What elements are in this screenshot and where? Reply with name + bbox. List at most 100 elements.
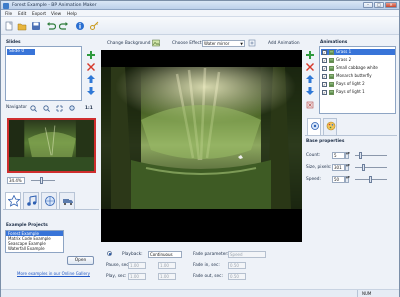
play-label: Play, sec: xyxy=(106,274,127,279)
change-background-label[interactable]: Change Background xyxy=(107,41,150,46)
animation-item-label: Grass 2 xyxy=(336,57,352,62)
tab-effects[interactable] xyxy=(41,192,57,209)
zoom-slider[interactable] xyxy=(31,180,55,181)
count-field[interactable]: 5 xyxy=(332,152,345,159)
tab-export[interactable] xyxy=(59,192,75,209)
animations-list[interactable]: ✓ Grass 1 ✓ Grass 2 ✓ Small cabbage whit… xyxy=(319,46,396,114)
image-icon[interactable] xyxy=(152,39,160,47)
delete-animation-icon[interactable] xyxy=(306,63,314,71)
tab-base-properties[interactable] xyxy=(307,118,321,135)
move-up-icon[interactable] xyxy=(87,75,95,83)
animation-item[interactable]: ✓ Small cabbage white xyxy=(321,65,395,71)
zoom-value-field[interactable]: 34.4% xyxy=(7,177,25,184)
open-folder-icon[interactable] xyxy=(17,21,27,31)
zoom-slide-icon[interactable] xyxy=(69,105,76,112)
add-animation-button[interactable]: Add Animation xyxy=(268,41,300,46)
animation-down-icon[interactable] xyxy=(306,87,314,95)
animation-item-label: Rays of light 2 xyxy=(336,81,365,86)
navigator-preview[interactable] xyxy=(7,118,96,173)
truck-icon xyxy=(63,199,73,205)
online-gallery-link[interactable]: More examples in our Online Gallery xyxy=(17,271,90,276)
actual-size-button[interactable]: 1:1 xyxy=(85,106,93,111)
new-project-icon[interactable] xyxy=(4,21,14,31)
checkbox-icon[interactable]: ✓ xyxy=(322,73,327,79)
music-note-icon xyxy=(27,195,37,206)
effect-dropdown-value: Water mirror xyxy=(204,41,230,46)
info-icon[interactable] xyxy=(75,21,85,31)
fade-in-field[interactable]: 0.50 xyxy=(228,262,246,269)
zoom-out-icon[interactable] xyxy=(43,105,50,112)
size-slider[interactable] xyxy=(355,167,387,168)
animations-label: Animations xyxy=(320,40,348,45)
key-icon[interactable] xyxy=(89,21,99,31)
playback-radio[interactable] xyxy=(107,251,112,256)
playback-mode-dropdown[interactable]: Continuous xyxy=(148,251,182,258)
menu-edit[interactable]: Edit xyxy=(18,12,26,17)
speed-slider-thumb[interactable] xyxy=(369,176,372,183)
delete-slide-icon[interactable] xyxy=(87,63,95,71)
menu-export[interactable]: Export xyxy=(32,12,46,17)
slide-canvas[interactable] xyxy=(101,50,302,242)
app-window: Forest Example - BP Animation Maker – □ … xyxy=(0,0,400,297)
save-icon[interactable] xyxy=(31,21,41,31)
animation-item[interactable]: ✓ Grass 2 xyxy=(321,57,395,63)
tab-appearance[interactable] xyxy=(323,118,337,135)
zoom-in-icon[interactable] xyxy=(30,105,37,112)
effect-dropdown[interactable]: Water mirror ▼ xyxy=(202,40,245,47)
animation-thumbnail xyxy=(329,49,334,55)
slides-list[interactable]: Slide 0 xyxy=(5,46,82,101)
tab-projects[interactable] xyxy=(5,192,21,209)
count-slider-thumb[interactable] xyxy=(359,152,362,159)
tab-music[interactable] xyxy=(23,192,39,209)
fade-parameter-dropdown[interactable]: Speed xyxy=(228,251,266,258)
slide-item[interactable]: Slide 0 xyxy=(7,49,35,55)
globe-icon xyxy=(45,196,55,206)
size-stepper[interactable]: ▲▼ xyxy=(345,164,350,171)
count-label: Count: xyxy=(306,153,321,158)
checkbox-icon[interactable]: ✓ xyxy=(322,89,327,95)
animation-item[interactable]: ✓ Rays of light 1 xyxy=(321,89,395,95)
effect-settings-icon[interactable] xyxy=(248,39,256,47)
menu-file[interactable]: File xyxy=(5,12,12,17)
menu-help[interactable]: Help xyxy=(67,12,77,17)
speed-stepper[interactable]: ▲▼ xyxy=(345,176,350,183)
maximize-button[interactable]: □ xyxy=(374,2,384,8)
open-button[interactable]: Open xyxy=(67,256,94,265)
choose-effect-label: Choose Effect: xyxy=(172,41,204,46)
animation-settings-icon[interactable] xyxy=(306,101,314,109)
undo-icon[interactable] xyxy=(46,21,56,31)
speed-field[interactable]: 50 xyxy=(332,176,345,183)
project-item[interactable]: Waterfall Example xyxy=(6,246,63,251)
checkbox-icon[interactable]: ✓ xyxy=(322,49,327,55)
checkbox-icon[interactable]: ✓ xyxy=(322,57,327,63)
redo-icon[interactable] xyxy=(59,21,69,31)
pause-from-field[interactable]: 1.00 xyxy=(128,262,146,269)
minimize-button[interactable]: – xyxy=(363,2,373,8)
add-animation-icon[interactable] xyxy=(306,51,314,59)
add-slide-icon[interactable] xyxy=(87,51,95,59)
size-slider-thumb[interactable] xyxy=(362,164,365,171)
fit-to-window-icon[interactable] xyxy=(56,105,63,112)
toolbar xyxy=(1,17,399,35)
fade-out-label: Fade out, sec: xyxy=(193,274,223,279)
size-field[interactable]: 301 xyxy=(332,164,345,171)
menu-view[interactable]: View xyxy=(51,12,61,17)
animation-item-label: Small cabbage white xyxy=(336,65,378,70)
fade-in-label: Fade in, sec: xyxy=(193,263,220,268)
move-down-icon[interactable] xyxy=(87,87,95,95)
zoom-slider-thumb[interactable] xyxy=(40,177,43,184)
fade-out-field[interactable]: 0.50 xyxy=(228,273,246,280)
slides-label: Slides xyxy=(6,40,21,45)
checkbox-icon[interactable]: ✓ xyxy=(322,65,327,71)
checkbox-icon[interactable]: ✓ xyxy=(322,81,327,87)
play-to-field[interactable]: 1.00 xyxy=(158,273,176,280)
count-stepper[interactable]: ▲▼ xyxy=(345,152,350,159)
animation-item[interactable]: ✓ Monarch butterfly xyxy=(321,73,395,79)
play-from-field[interactable]: 1.00 xyxy=(128,273,146,280)
example-projects-list[interactable]: Forest Example Matrix Code Example Seasc… xyxy=(5,230,64,253)
close-button[interactable]: ✕ xyxy=(385,2,397,8)
animation-item[interactable]: ✓ Grass 1 xyxy=(321,49,395,55)
animation-item[interactable]: ✓ Rays of light 2 xyxy=(321,81,395,87)
pause-to-field[interactable]: 1.00 xyxy=(158,262,176,269)
animation-up-icon[interactable] xyxy=(306,75,314,83)
